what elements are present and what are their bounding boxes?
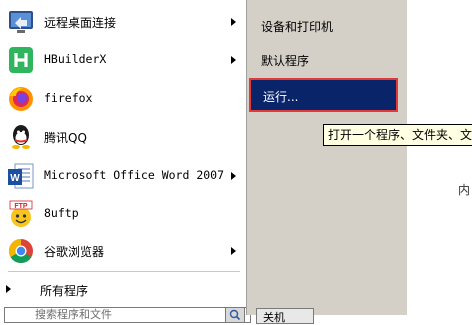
program-label: HBuilderX [44,52,107,66]
all-programs-button[interactable]: 所有程序 [0,276,246,302]
program-chrome[interactable]: 谷歌浏览器 [0,232,246,270]
word-icon: W [6,161,36,191]
program-word[interactable]: W Microsoft Office Word 2007 [0,157,246,195]
submenu-arrow-icon [231,172,236,180]
remote-desktop-icon [6,7,36,37]
submenu-arrow-icon [231,247,236,255]
program-qq[interactable]: 腾讯QQ [0,118,246,156]
magnifier-icon [229,309,241,321]
hbuilderx-icon [6,45,36,75]
firefox-icon [6,84,36,114]
start-menu-programs-panel: 远程桌面连接 HBuilderX firefox 腾讯QQ W Microsof… [0,0,251,323]
search-button[interactable] [225,307,245,323]
separator [8,271,240,272]
program-remote-desktop[interactable]: 远程桌面连接 [0,3,246,41]
start-menu-right-panel [246,0,407,315]
program-firefox[interactable]: firefox [0,80,246,118]
svg-text:W: W [10,173,20,184]
program-label: 8uftp [44,206,79,220]
program-label: 远程桌面连接 [44,16,117,30]
ftp-icon: FTP [6,199,36,229]
program-label: 谷歌浏览器 [44,245,105,259]
program-hbuilderx[interactable]: HBuilderX [0,41,246,79]
chrome-icon [6,236,36,266]
program-label: 腾讯QQ [44,131,87,145]
program-label: firefox [44,91,93,105]
default-programs-item[interactable]: 默认程序 [261,52,309,69]
submenu-arrow-icon [231,56,236,64]
expand-arrow-icon [6,285,11,293]
svg-text:FTP: FTP [14,203,28,210]
program-label: Microsoft Office Word 2007 [44,168,225,182]
all-programs-label: 所有程序 [40,284,89,298]
shutdown-button[interactable]: 关机 [256,308,314,324]
run-tooltip: 打开一个程序、文件夹、文 [323,124,472,146]
run-label: 运行... [263,90,299,104]
qq-icon [6,122,36,152]
search-input[interactable]: 搜索程序和文件 [4,307,251,323]
submenu-arrow-icon [231,18,236,26]
background-text: 内 [458,183,471,197]
run-item[interactable]: 运行... [249,78,398,112]
program-8uftp[interactable]: FTP 8uftp [0,195,246,233]
devices-and-printers-item[interactable]: 设备和打印机 [261,18,333,35]
